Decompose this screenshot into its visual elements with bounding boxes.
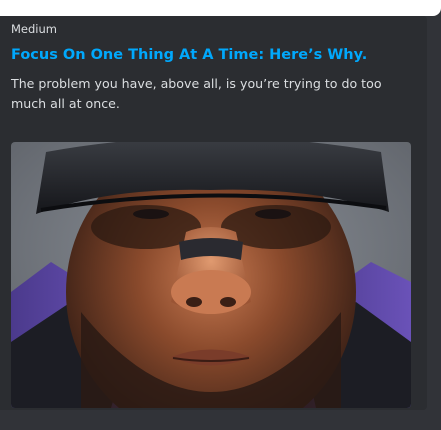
portrait-photo — [11, 142, 411, 408]
embed-description: The problem you have, above all, is you’… — [11, 76, 382, 111]
embed-provider-name[interactable]: Medium — [11, 21, 57, 37]
embed-image[interactable] — [11, 142, 411, 408]
scroll-gutter — [427, 16, 441, 430]
embed-title-link[interactable]: Focus On One Thing At A Time: Here’s Why… — [11, 45, 367, 65]
previous-message-area — [0, 0, 441, 16]
message-spacer — [0, 410, 441, 430]
